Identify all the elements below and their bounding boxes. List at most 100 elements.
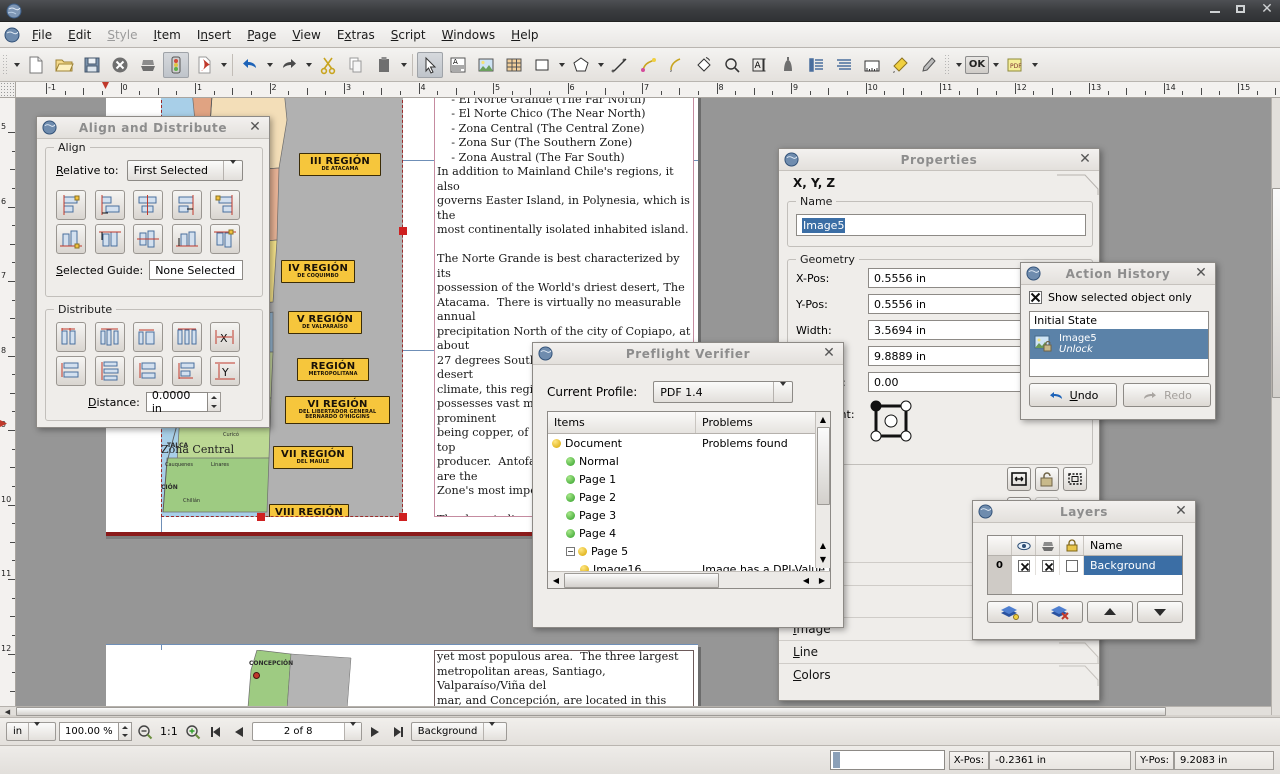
distribute-x-distance-icon[interactable]: X bbox=[210, 322, 240, 352]
horizontal-ruler[interactable]: -10123456789101112131415 bbox=[16, 82, 1280, 98]
distribute-right-edges-icon[interactable] bbox=[172, 322, 202, 352]
unit-combo[interactable]: in bbox=[6, 722, 56, 741]
menu-help[interactable]: Help bbox=[503, 25, 546, 45]
action-history-entry[interactable]: Image5 Unlock bbox=[1030, 329, 1208, 359]
preflight-column-items[interactable]: Items bbox=[548, 412, 696, 433]
window-close-button[interactable]: ✕ bbox=[1260, 2, 1274, 16]
canvas-horizontal-scrollbar[interactable]: ◀ bbox=[0, 706, 1271, 715]
distribute-bottom-edges-icon[interactable] bbox=[172, 356, 202, 386]
selection-handle-sw[interactable] bbox=[257, 513, 265, 521]
align-left-to-right-icon[interactable] bbox=[95, 190, 125, 220]
export-pdf-dropdown-arrow[interactable] bbox=[218, 52, 229, 78]
current-profile-combo[interactable]: PDF 1.4 bbox=[653, 381, 793, 403]
basepoint-selector[interactable] bbox=[868, 398, 914, 444]
menu-script[interactable]: Script bbox=[383, 25, 434, 45]
rotate-item-icon[interactable] bbox=[691, 52, 717, 78]
distance-field[interactable]: 0.0000 in bbox=[146, 392, 208, 412]
distribute-spacing-vertical-icon[interactable] bbox=[133, 356, 163, 386]
action-history-titlebar[interactable]: Action History ✕ bbox=[1021, 263, 1215, 285]
preflight-hscroll-thumb[interactable] bbox=[564, 573, 719, 588]
zoom-out-icon[interactable] bbox=[135, 722, 155, 741]
redo-dropdown-arrow[interactable] bbox=[303, 52, 314, 78]
menu-insert[interactable]: Insert bbox=[189, 25, 239, 45]
properties-section-xyz[interactable]: X, Y, Z bbox=[793, 176, 835, 190]
copy-icon[interactable] bbox=[343, 52, 369, 78]
relative-to-combo[interactable]: First Selected bbox=[127, 160, 243, 181]
lock-size-icon[interactable] bbox=[1063, 467, 1087, 491]
print-icon[interactable] bbox=[1036, 536, 1060, 555]
ruler-corner[interactable] bbox=[0, 82, 16, 98]
preflight-column-problems[interactable]: Problems bbox=[696, 412, 830, 433]
insert-polygon-dropdown-arrow[interactable] bbox=[595, 52, 606, 78]
align-left-sides-icon[interactable] bbox=[56, 190, 86, 220]
select-item-icon[interactable] bbox=[417, 52, 443, 78]
scroll-left-arrow-2[interactable]: ◀ bbox=[798, 576, 814, 585]
chevron-down-icon[interactable] bbox=[344, 723, 361, 740]
new-document-icon[interactable] bbox=[23, 52, 49, 78]
previous-page-icon[interactable] bbox=[229, 722, 249, 741]
menu-file[interactable]: File bbox=[24, 25, 60, 45]
table-row[interactable]: Page 3 bbox=[548, 506, 830, 524]
align-top-to-bottom-icon[interactable] bbox=[172, 224, 202, 254]
distribute-centers-vertical-icon[interactable] bbox=[95, 356, 125, 386]
align-right-sides-icon[interactable] bbox=[210, 190, 240, 220]
print-icon[interactable] bbox=[135, 52, 161, 78]
measurements-icon[interactable] bbox=[859, 52, 885, 78]
properties-tab-colors[interactable]: Colors bbox=[779, 663, 1099, 686]
toolbar-grip-2[interactable] bbox=[944, 54, 951, 76]
insert-table-icon[interactable] bbox=[501, 52, 527, 78]
redo-icon[interactable] bbox=[276, 52, 302, 78]
action-history-initial-state[interactable]: Initial State bbox=[1030, 312, 1208, 329]
text-align-icon[interactable] bbox=[831, 52, 857, 78]
selected-guide-field[interactable]: None Selected bbox=[149, 260, 243, 280]
preflight-verifier-dialog[interactable]: Preflight Verifier ✕ Current Profile: PD… bbox=[532, 342, 844, 628]
align-bottom-to-top-icon[interactable] bbox=[95, 224, 125, 254]
lock-icon[interactable] bbox=[1035, 467, 1059, 491]
toolbar-overflow-arrow[interactable] bbox=[11, 52, 22, 78]
last-page-icon[interactable] bbox=[388, 722, 408, 741]
vertical-ruler[interactable]: 56789101112 bbox=[0, 98, 16, 715]
zoom-in-icon[interactable] bbox=[183, 722, 203, 741]
preflight-tree[interactable]: Items Problems DocumentProblems foundNor… bbox=[547, 411, 831, 589]
preflight-scroll-thumb[interactable] bbox=[817, 427, 830, 505]
preflight-close-button[interactable]: ✕ bbox=[821, 345, 837, 361]
scroll-left-arrow[interactable]: ◀ bbox=[2, 707, 13, 716]
menu-item[interactable]: Item bbox=[146, 25, 189, 45]
copy-properties-icon[interactable] bbox=[887, 52, 913, 78]
table-row[interactable]: −Page 5 bbox=[548, 542, 830, 560]
chevron-down-icon[interactable] bbox=[28, 723, 45, 740]
table-row[interactable]: Normal bbox=[548, 452, 830, 470]
action-history-list[interactable]: Initial State Image5 Unlock bbox=[1029, 311, 1209, 377]
tree-expander[interactable]: − bbox=[566, 547, 575, 556]
table-row[interactable]: 0 Background bbox=[988, 556, 1182, 575]
properties-tab-line[interactable]: Line bbox=[779, 640, 1099, 663]
properties-dialog-close-button[interactable]: ✕ bbox=[1077, 151, 1093, 167]
preflight-verifier-icon[interactable] bbox=[163, 52, 189, 78]
save-document-icon[interactable] bbox=[79, 52, 105, 78]
chevron-down-icon[interactable] bbox=[483, 723, 500, 740]
unlink-text-frames-icon[interactable] bbox=[803, 52, 829, 78]
flip-horizontal-icon[interactable] bbox=[1007, 467, 1031, 491]
menu-windows[interactable]: Windows bbox=[434, 25, 504, 45]
close-document-icon[interactable] bbox=[107, 52, 133, 78]
align-centers-vertical-icon[interactable] bbox=[133, 224, 163, 254]
lock-icon[interactable] bbox=[1060, 536, 1084, 555]
align-right-to-left-icon[interactable] bbox=[172, 190, 202, 220]
pdf-tools-dropdown-arrow[interactable] bbox=[1029, 52, 1040, 78]
layer-visible-checkbox[interactable] bbox=[1012, 556, 1036, 575]
text-frame-body-2[interactable]: yet most populous area. The three larges… bbox=[434, 650, 694, 710]
table-row[interactable]: DocumentProblems found bbox=[548, 434, 830, 452]
preflight-horizontal-scrollbar[interactable]: ◀ ◀ ▶ bbox=[548, 571, 831, 588]
distribute-spacing-horizontal-icon[interactable] bbox=[133, 322, 163, 352]
align-dialog-titlebar[interactable]: Align and Distribute ✕ bbox=[37, 117, 269, 139]
insert-shape-dropdown-arrow[interactable] bbox=[556, 52, 567, 78]
object-name-input[interactable]: Image5 bbox=[796, 214, 1086, 236]
insert-bezier-icon[interactable] bbox=[635, 52, 661, 78]
delete-layer-icon[interactable] bbox=[1037, 601, 1083, 623]
insert-shape-icon[interactable] bbox=[529, 52, 555, 78]
layer-print-checkbox[interactable] bbox=[1036, 556, 1060, 575]
toolbar-overflow-arrow-2[interactable] bbox=[953, 52, 964, 78]
distribute-left-edges-icon[interactable] bbox=[56, 322, 86, 352]
export-pdf-icon[interactable] bbox=[191, 52, 217, 78]
vertical-scroll-thumb[interactable] bbox=[1272, 188, 1280, 398]
